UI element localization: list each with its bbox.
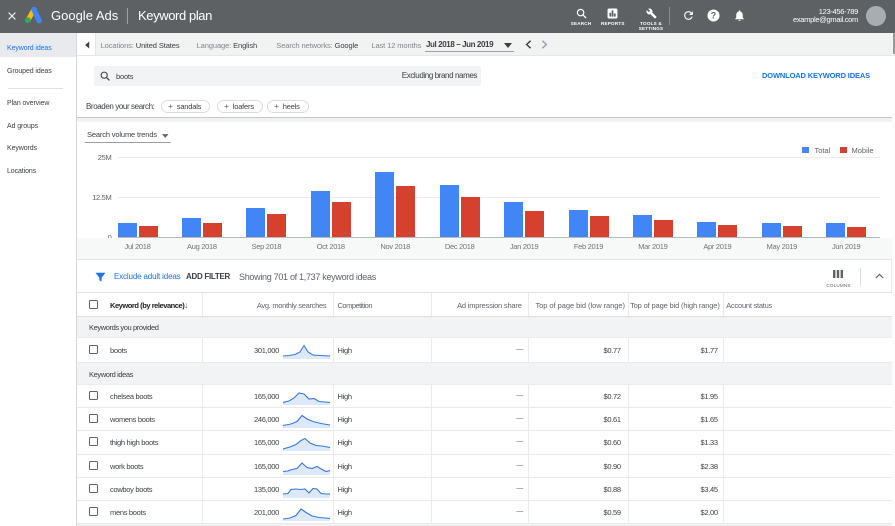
svg-text:?: ? [711, 11, 716, 21]
